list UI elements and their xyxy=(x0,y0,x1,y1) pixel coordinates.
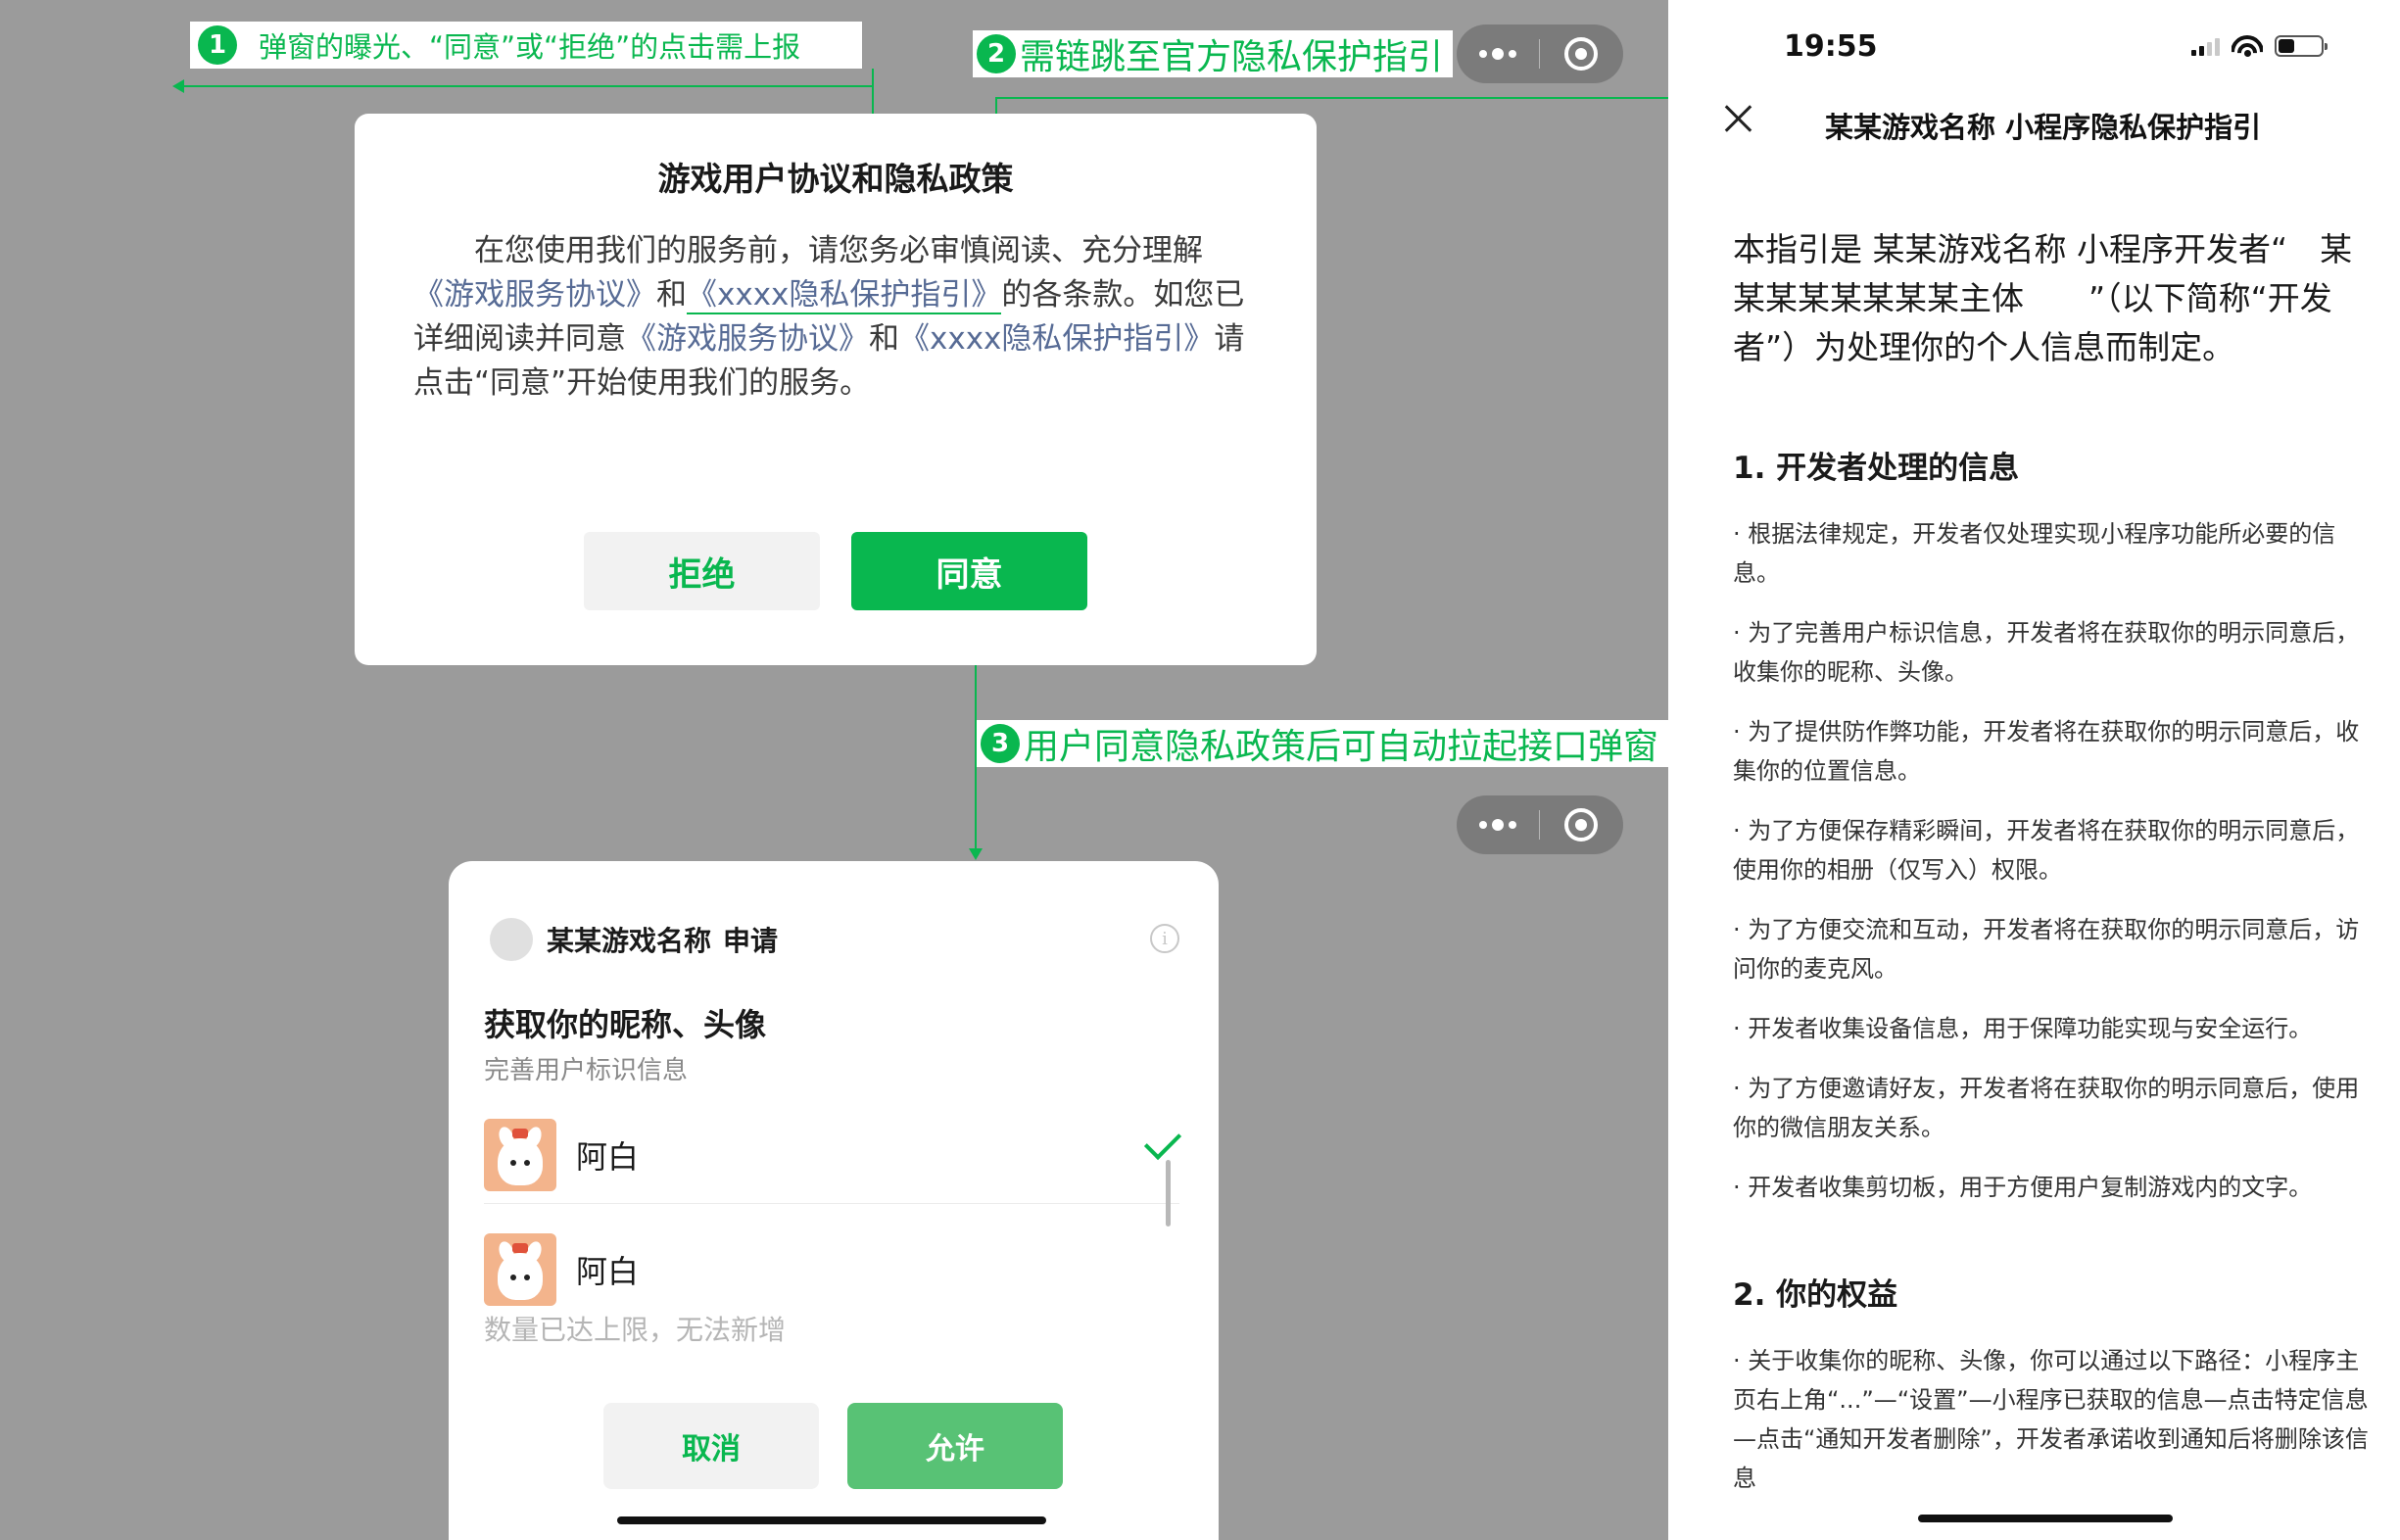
list-item: · 为了方便保存精彩瞬间，开发者将在获取你的明示同意后，使用你的相册（仅写入）权… xyxy=(1733,817,2360,884)
home-indicator xyxy=(617,1516,1046,1524)
permission-title: 获取你的昵称、头像 xyxy=(484,1006,767,1043)
status-icons xyxy=(2191,35,2328,57)
checkmark-icon xyxy=(1143,1122,1182,1161)
annotation-number: 1 xyxy=(198,25,237,65)
avatar xyxy=(484,1233,556,1306)
nickname-option[interactable]: 阿白 xyxy=(484,1221,1179,1319)
list-item: · 为了方便邀请好友，开发者将在获取你的明示同意后，使用你的微信朋友关系。 xyxy=(1733,1075,2360,1141)
annotation-text: 需链跳至官方隐私保护指引 xyxy=(1020,37,1444,77)
close-circle-icon[interactable] xyxy=(1540,795,1622,854)
miniprogram-capsule-top xyxy=(1457,24,1623,83)
reject-button[interactable]: 拒绝 xyxy=(584,532,820,610)
guide-content: 本指引是 某某游戏名称 小程序开发者“ 某某某某某某某某主体 ”（以下简称“开发… xyxy=(1733,225,2382,1518)
list-item: · 开发者收集设备信息，用于保障功能实现与安全运行。 xyxy=(1733,1015,2313,1042)
list-item: · 为了提供防作弊功能，开发者将在获取你的明示同意后，收集你的位置信息。 xyxy=(1733,718,2360,785)
annotation-1: 1 弹窗的曝光、“同意”或“拒绝”的点击需上报 xyxy=(190,22,862,69)
app-logo xyxy=(490,918,533,961)
privacy-guide-page: 19:55 某某游戏名称 小程序隐私保护指引 本指引是 某某游戏名称 小程序开发… xyxy=(1668,0,2400,1540)
dialog-body: 在您使用我们的服务前，请您务必审慎阅读、充分理解《游戏服务协议》和《xxxx隐私… xyxy=(413,229,1262,406)
permission-purpose: 完善用户标识信息 xyxy=(484,1056,689,1085)
body-text: 在您使用我们的服务前，请您务必审慎阅读、充分理解 xyxy=(474,233,1203,268)
annotation-number: 2 xyxy=(977,34,1016,73)
connector-line xyxy=(182,85,874,87)
cancel-button[interactable]: 取消 xyxy=(603,1403,819,1489)
battery-icon xyxy=(2275,35,2328,57)
guide-intro: 本指引是 某某游戏名称 小程序开发者“ 某某某某某某某某主体 ”（以下简称“开发… xyxy=(1733,230,2353,366)
arrow-head xyxy=(172,79,184,93)
annotation-3: 3 用户同意隐私政策后可自动拉起接口弹窗 xyxy=(977,720,1669,767)
info-icon[interactable]: i xyxy=(1150,924,1179,953)
arrow-head xyxy=(969,848,983,860)
connector-line xyxy=(995,97,1724,99)
avatar xyxy=(484,1118,556,1191)
limit-note: 数量已达上限，无法新增 xyxy=(484,1314,787,1346)
more-dots-icon[interactable] xyxy=(1457,24,1539,83)
privacy-guide-link[interactable]: 《xxxx隐私保护指引》 xyxy=(687,277,1002,314)
close-icon[interactable] xyxy=(1723,104,1752,133)
privacy-consent-dialog: 游戏用户协议和隐私政策 在您使用我们的服务前，请您务必审慎阅读、充分理解《游戏服… xyxy=(355,114,1317,665)
list-item: · 为了方便交流和互动，开发者将在获取你的明示同意后，访问你的麦克风。 xyxy=(1733,916,2360,983)
annotation-text: 弹窗的曝光、“同意”或“拒绝”的点击需上报 xyxy=(259,30,801,64)
list-item: · 关于收集你的昵称、头像，你可以通过以下路径：小程序主页右上角“...”—“设… xyxy=(1733,1347,2369,1492)
service-agreement-link[interactable]: 《游戏服务协议》 xyxy=(413,277,656,313)
app-name: 某某游戏名称 xyxy=(547,925,712,957)
nickname: 阿白 xyxy=(576,1137,640,1176)
agree-button[interactable]: 同意 xyxy=(851,532,1087,610)
annotation-number: 3 xyxy=(981,724,1020,763)
apply-label: 申请 xyxy=(723,925,779,957)
signal-icon xyxy=(2191,36,2220,56)
more-dots-icon[interactable] xyxy=(1457,795,1539,854)
page-title: 某某游戏名称 小程序隐私保护指引 xyxy=(1825,111,2262,144)
status-time: 19:55 xyxy=(1784,29,1878,64)
service-agreement-link[interactable]: 《游戏服务协议》 xyxy=(626,321,869,357)
body-text: 和 xyxy=(869,321,899,357)
home-indicator xyxy=(1918,1515,2173,1522)
annotation-text: 用户同意隐私政策后可自动拉起接口弹窗 xyxy=(1024,727,1659,767)
close-circle-icon[interactable] xyxy=(1540,24,1622,83)
miniprogram-capsule-bottom xyxy=(1457,795,1623,854)
list-item: · 为了完善用户标识信息，开发者将在获取你的明示同意后，收集你的昵称、头像。 xyxy=(1733,619,2360,686)
section-heading: 2. 你的权益 xyxy=(1733,1277,1898,1313)
list-item: · 根据法律规定，开发者仅处理实现小程序功能所必要的信息。 xyxy=(1733,520,2336,587)
body-text: 和 xyxy=(656,277,687,313)
list-item: · 开发者收集剪切板，用于方便用户复制游戏内的文字。 xyxy=(1733,1174,2313,1201)
authorization-popup: 某某游戏名称 申请 i 获取你的昵称、头像 完善用户标识信息 阿白 阿白 数量已… xyxy=(449,861,1219,1540)
privacy-guide-link[interactable]: 《xxxx隐私保护指引》 xyxy=(899,321,1214,357)
nickname-option[interactable]: 阿白 xyxy=(484,1106,1182,1204)
wifi-icon xyxy=(2232,35,2263,57)
dialog-title: 游戏用户协议和隐私政策 xyxy=(657,160,1014,198)
nickname: 阿白 xyxy=(576,1253,640,1290)
popup-header: 某某游戏名称 申请 xyxy=(490,918,778,961)
annotation-2: 2 需链跳至官方隐私保护指引 xyxy=(973,30,1453,77)
scrollbar[interactable] xyxy=(1166,1160,1171,1227)
allow-button[interactable]: 允许 xyxy=(847,1403,1063,1489)
section-heading: 1. 开发者处理的信息 xyxy=(1733,451,2020,486)
